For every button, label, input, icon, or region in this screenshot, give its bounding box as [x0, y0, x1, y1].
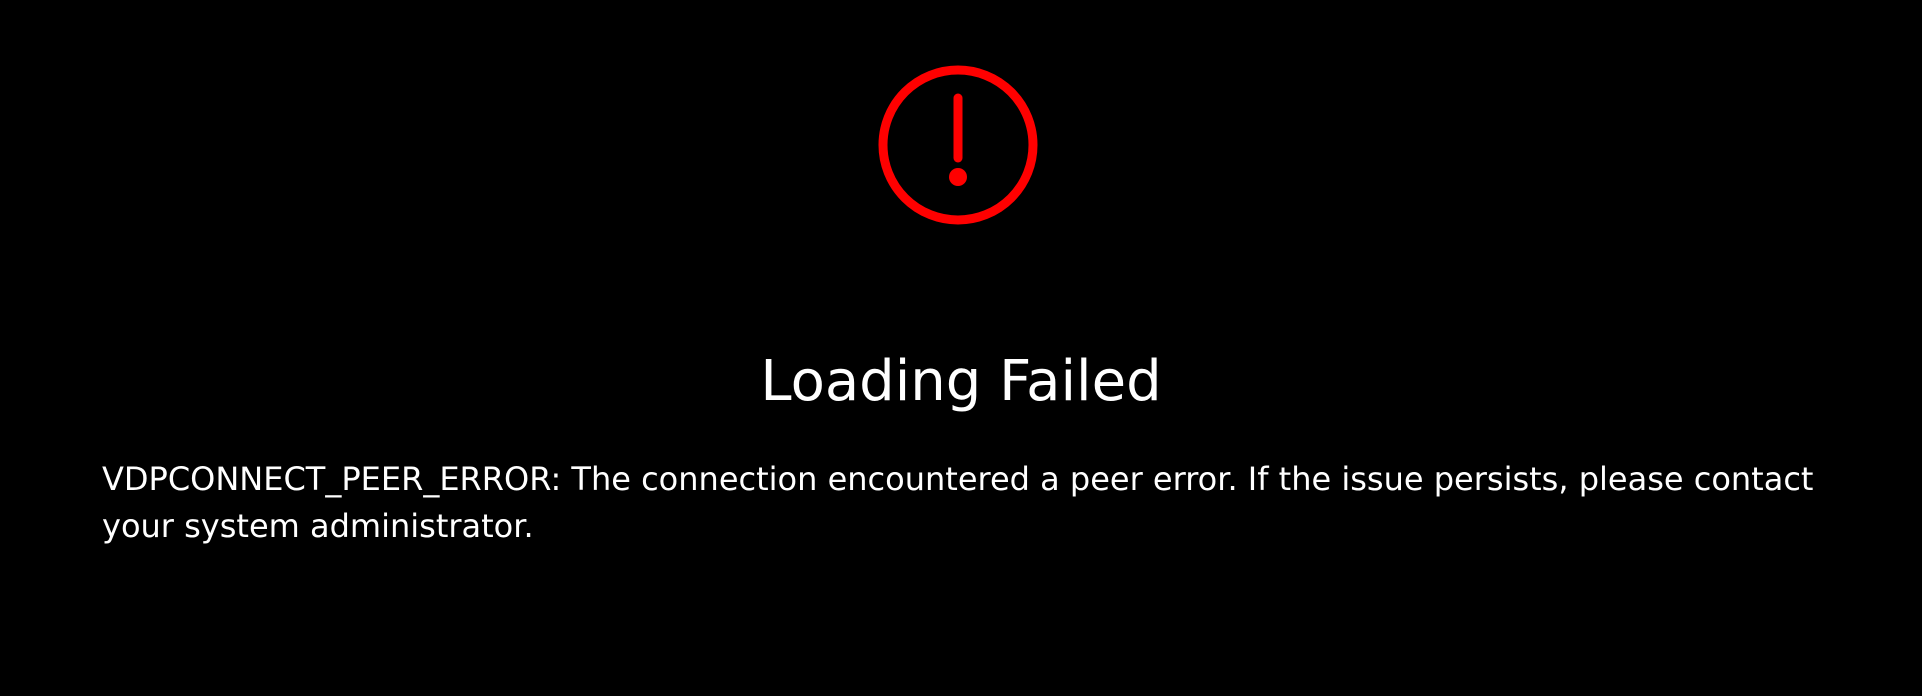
error-screen: Loading Failed VDPCONNECT_PEER_ERROR: Th…	[0, 0, 1922, 696]
error-title: Loading Failed	[760, 349, 1162, 414]
exclamation-circle-icon	[877, 64, 1039, 226]
error-message: VDPCONNECT_PEER_ERROR: The connection en…	[102, 460, 1814, 545]
